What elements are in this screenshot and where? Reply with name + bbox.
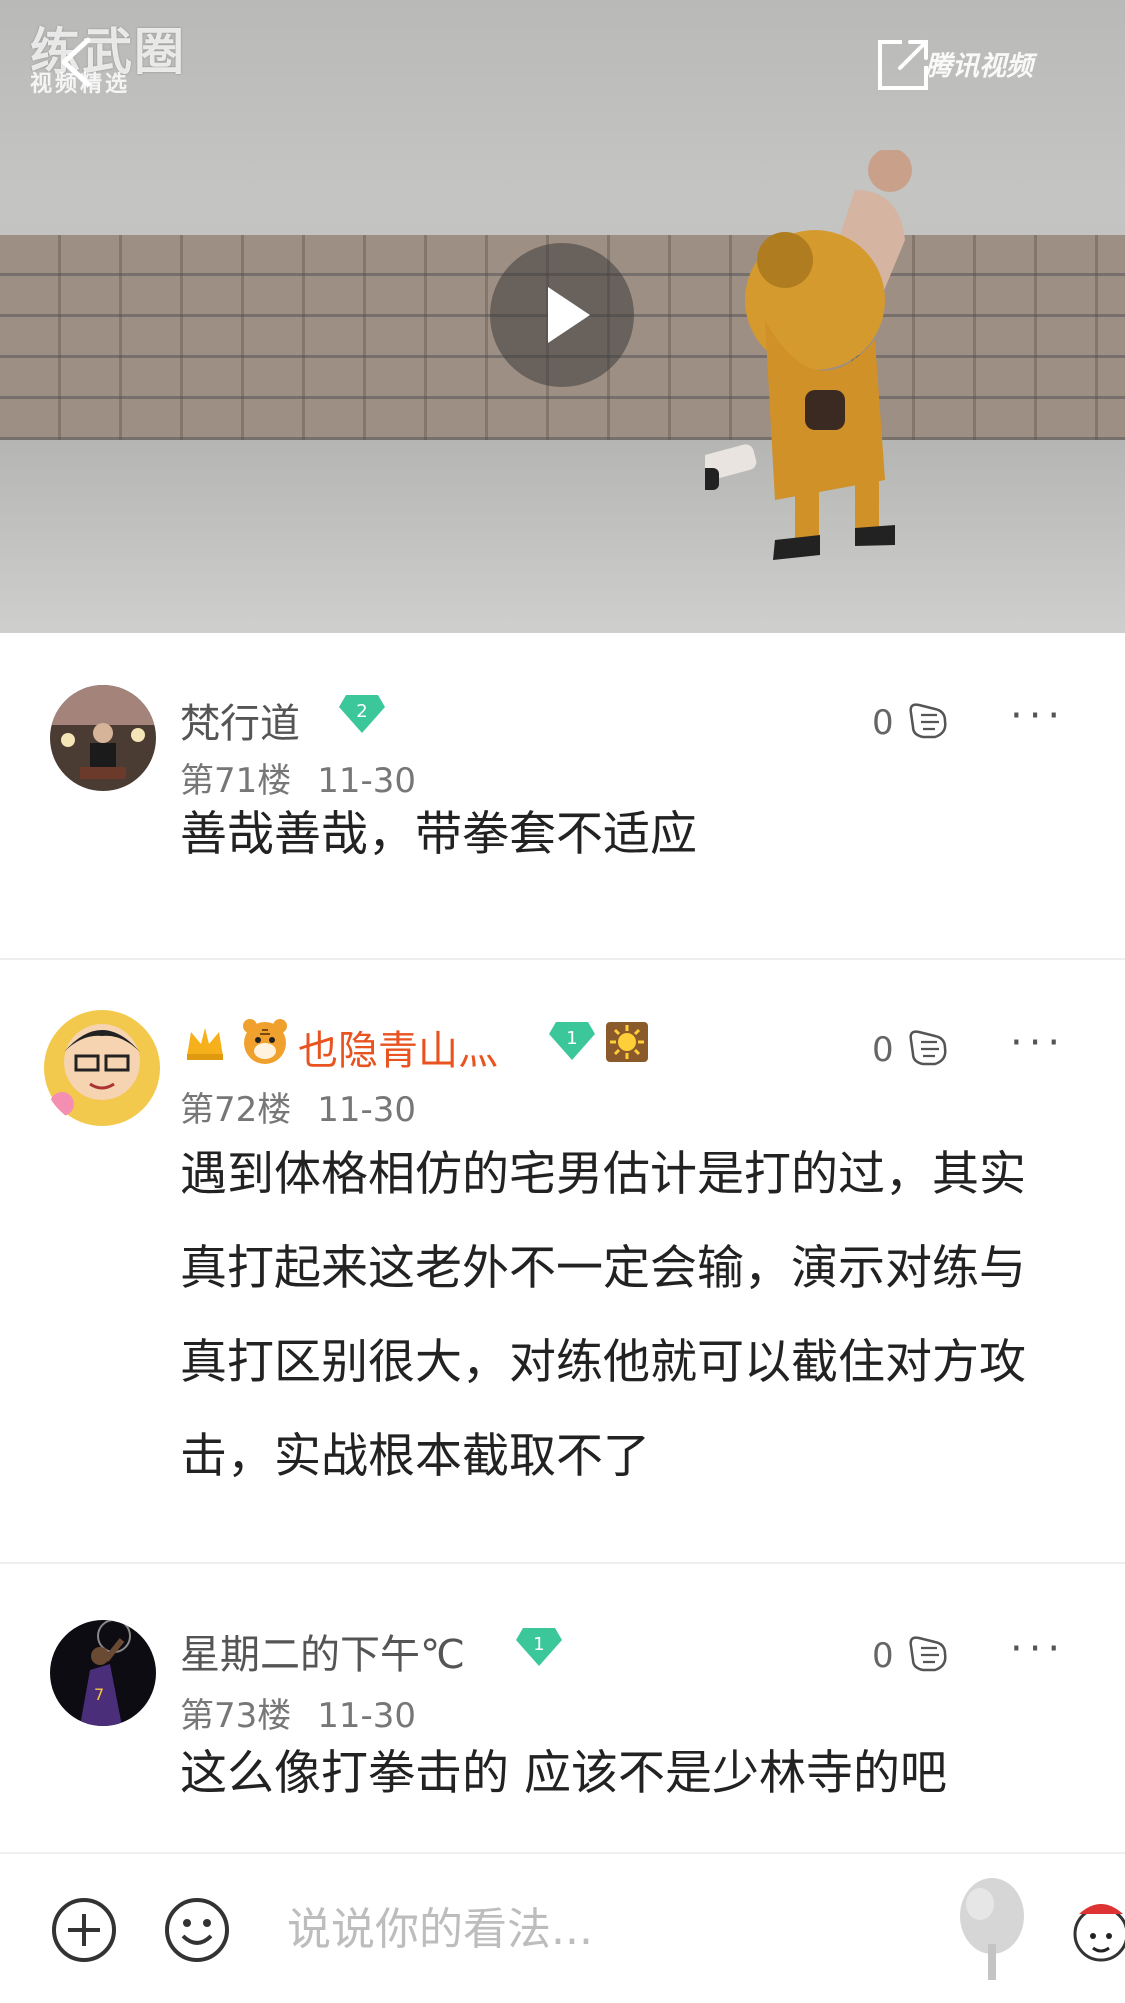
tree-icon[interactable] — [955, 1874, 1029, 1984]
like-count: 0 — [872, 1636, 894, 1676]
svg-text:7: 7 — [94, 1685, 104, 1704]
tiger-icon — [240, 1016, 290, 1070]
level-number: 1 — [566, 1028, 577, 1049]
more-icon[interactable]: ··· — [1010, 693, 1066, 739]
like-count: 0 — [872, 1030, 894, 1070]
comment-item: 7 星期二的下午℃ 1 第73楼 11-30 0 ··· 这么像打拳击的 应该不是… — [0, 1564, 1125, 1852]
avatar[interactable] — [50, 685, 156, 791]
comment-text: 善哉善哉，带拳套不适应 — [180, 807, 697, 862]
comment-input[interactable] — [285, 1894, 929, 1966]
back-arrow-icon[interactable] — [54, 34, 98, 90]
floor-number: 第72楼 — [180, 1090, 292, 1130]
floor-number: 第71楼 — [180, 761, 292, 801]
level-number: 1 — [533, 1634, 544, 1655]
more-icon[interactable]: ··· — [1010, 1020, 1066, 1066]
fighters-image — [705, 150, 912, 560]
comment-date: 11-30 — [317, 1696, 417, 1736]
tencent-video-logo: 腾讯视频 — [925, 51, 1033, 82]
ground — [0, 440, 1125, 633]
level-badge: 1 — [548, 1020, 596, 1066]
comment-text: 这么像打拳击的 应该不是少林寺的吧 — [180, 1746, 947, 1801]
sun-badge-icon — [606, 1022, 648, 1066]
comment-composer-bar — [0, 1852, 1125, 2003]
comment-meta: 第71楼 11-30 — [180, 753, 442, 802]
username[interactable]: 也隐青山灬 — [298, 1018, 498, 1076]
comment-date: 11-30 — [317, 1090, 417, 1130]
floor-number: 第73楼 — [180, 1696, 292, 1736]
level-number: 2 — [356, 701, 367, 722]
username[interactable]: 星期二的下午℃ — [180, 1622, 465, 1680]
avatar[interactable] — [42, 1008, 162, 1128]
play-icon[interactable] — [490, 243, 634, 387]
comment-meta: 第73楼 11-30 — [180, 1688, 442, 1737]
more-icon[interactable]: ··· — [1010, 1626, 1066, 1672]
video-player[interactable]: 练武圈 视频精选 腾讯视频 — [0, 0, 1125, 633]
comment-item: 也隐青山灬 1 第72楼 11-30 0 ··· 遇到体格相仿的宅男估计是打的过，… — [0, 960, 1125, 1562]
avatar[interactable]: 7 — [50, 1620, 156, 1726]
emoji-icon[interactable] — [163, 1896, 231, 1964]
like-hand-icon[interactable] — [905, 699, 951, 741]
level-badge: 1 — [515, 1626, 563, 1672]
crown-icon — [183, 1020, 227, 1068]
comment-meta: 第72楼 11-30 — [180, 1082, 442, 1131]
username[interactable]: 梵行道 — [180, 691, 300, 749]
plus-icon[interactable] — [50, 1896, 118, 1964]
like-hand-icon[interactable] — [905, 1632, 951, 1674]
like-count: 0 — [872, 703, 894, 743]
comment-item: 梵行道 2 第71楼 11-30 0 ··· 善哉善哉，带拳套不适应 — [0, 633, 1125, 958]
comment-date: 11-30 — [317, 761, 417, 801]
level-badge: 2 — [338, 693, 386, 739]
sticker-icon[interactable] — [1065, 1884, 1125, 1984]
like-hand-icon[interactable] — [905, 1026, 951, 1068]
comment-text: 遇到体格相仿的宅男估计是打的过，其实真打起来这老外不一定会输，演示对练与真打区别… — [180, 1147, 1026, 1484]
